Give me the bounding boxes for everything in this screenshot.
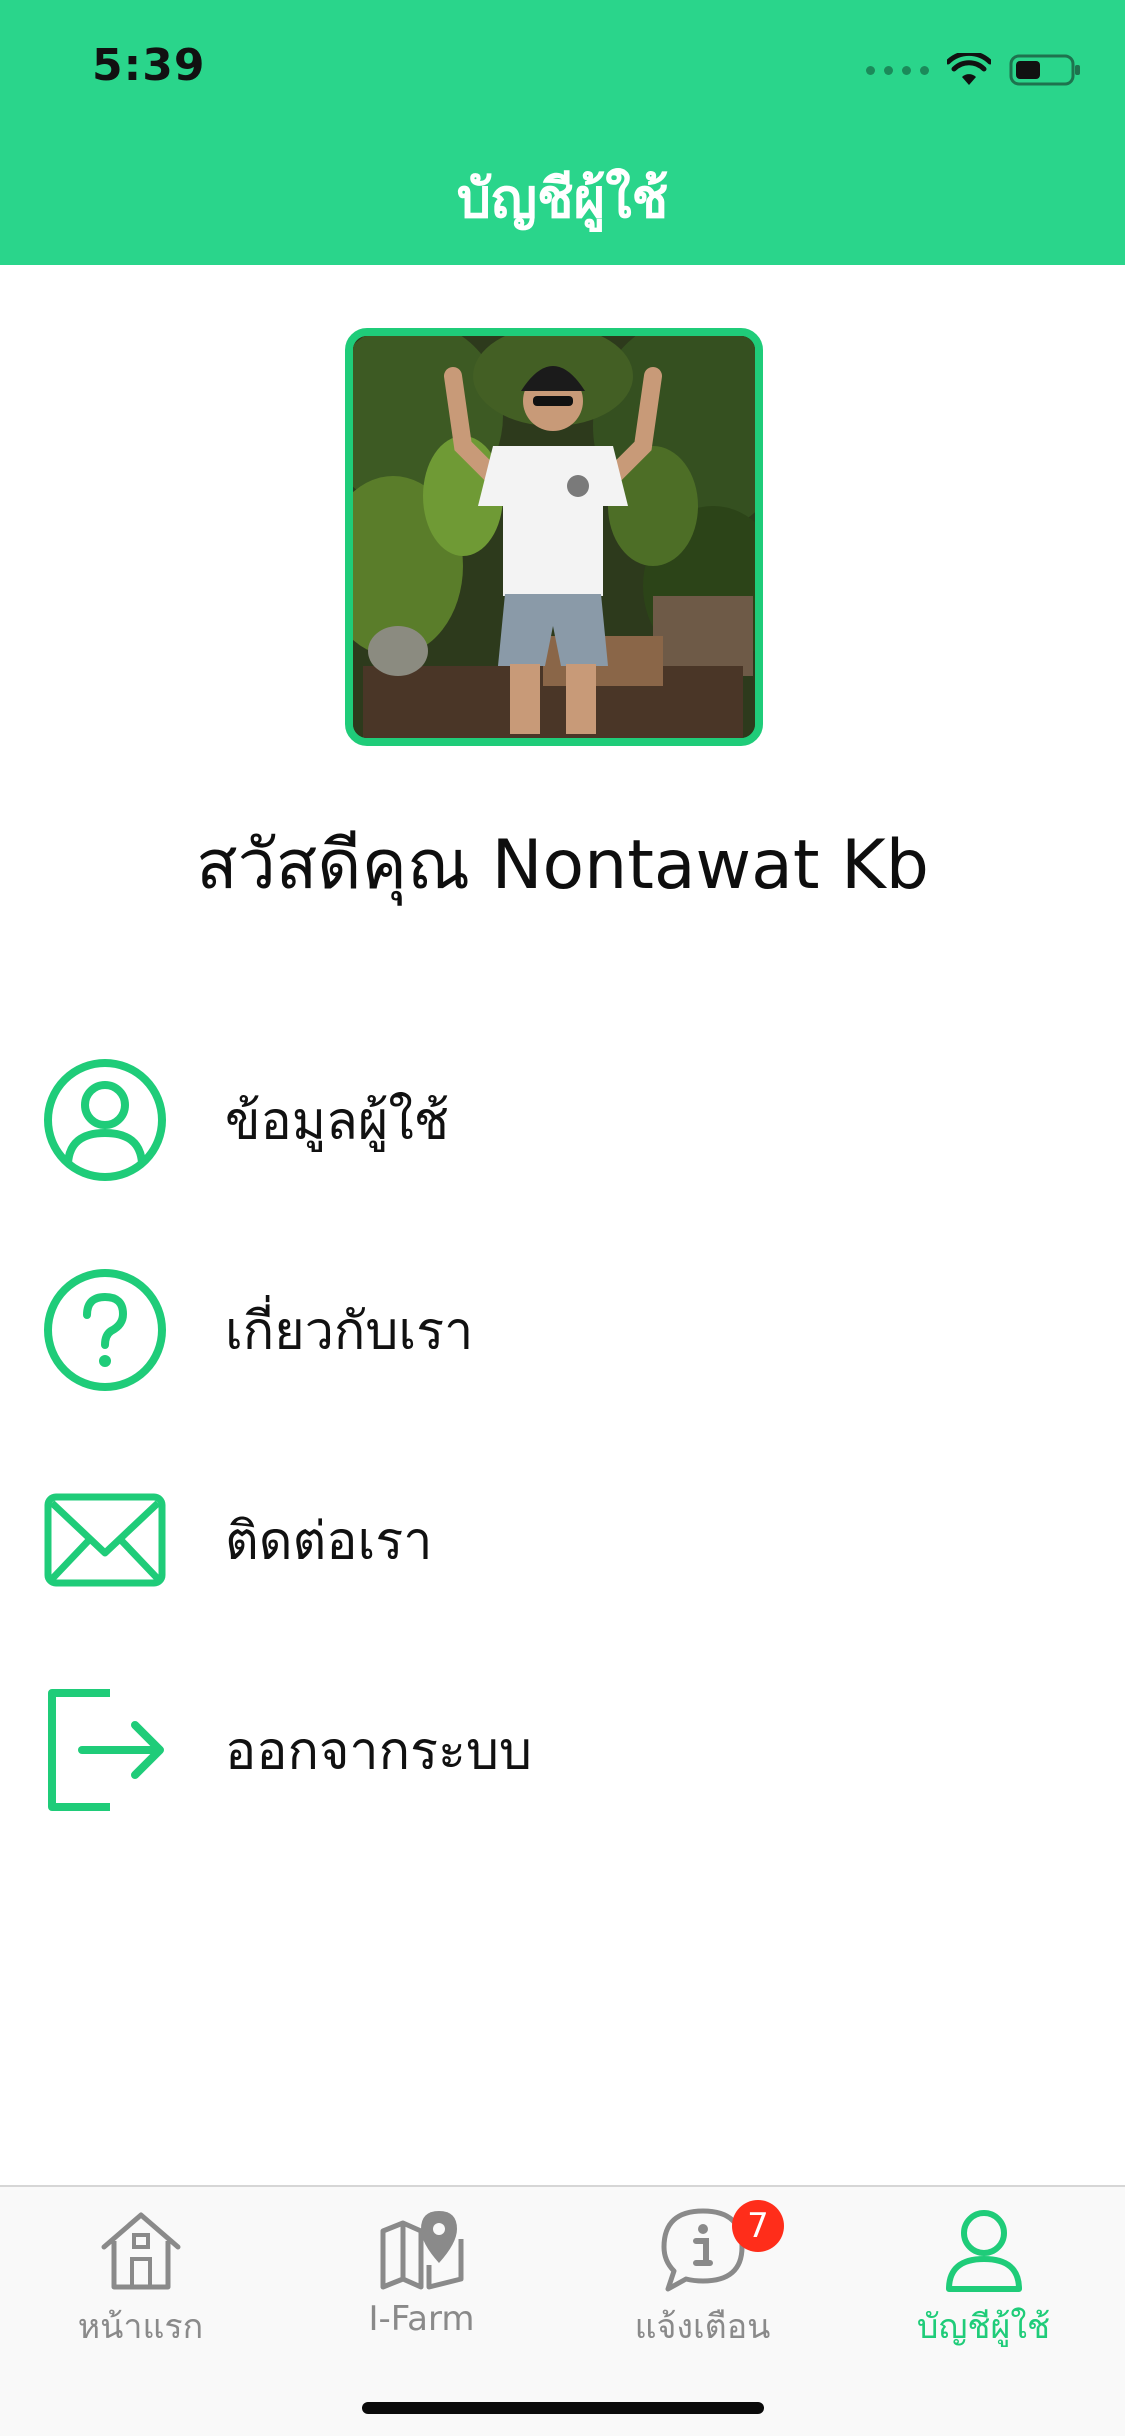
wifi-icon	[947, 53, 991, 85]
notification-badge: 7	[732, 2200, 784, 2252]
menu-item-logout[interactable]: ออกจากระบบ	[0, 1665, 1125, 1835]
home-icon	[101, 2212, 180, 2290]
greeting-text: สวัสดีคุณ Nontawat Kb	[196, 826, 929, 905]
bottom-tab-bar: หน้าแรก I-Farm 7 แจ้งเตือน บัญชีผู้ใช้	[0, 2185, 1125, 2436]
battery-icon	[1009, 54, 1080, 86]
user-icon	[945, 2210, 1022, 2292]
status-time: 5:39	[92, 40, 206, 91]
question-circle-icon	[44, 1269, 166, 1391]
account-screen: 5:39 บัญชีผู้ใช้ สวัสดีคุณ Nontawat Kb ข…	[0, 0, 1125, 2436]
tab-label: I-Farm	[368, 2299, 475, 2339]
status-indicators	[866, 46, 1081, 94]
envelope-icon	[44, 1493, 166, 1587]
page-title: บัญชีผู้ใช้	[456, 167, 669, 230]
profile-photo	[353, 336, 755, 738]
menu-item-label: เกี่ยวกับเรา	[225, 1301, 474, 1362]
header-bar: 5:39 บัญชีผู้ใช้	[0, 0, 1125, 265]
menu-item-label: ติดต่อเรา	[225, 1511, 433, 1572]
tab-label: หน้าแรก	[77, 2307, 204, 2347]
tab-label: บัญชีผู้ใช้	[916, 2307, 1051, 2347]
tab-i-farm[interactable]: I-Farm	[281, 2197, 562, 2347]
tab-label: แจ้งเตือน	[634, 2307, 771, 2347]
profile-avatar	[345, 328, 763, 746]
user-circle-icon	[44, 1059, 166, 1181]
map-pin-icon	[380, 2211, 463, 2290]
tab-home[interactable]: หน้าแรก	[0, 2197, 281, 2347]
menu-item-contact-us[interactable]: ติดต่อเรา	[0, 1455, 1125, 1625]
tab-account[interactable]: บัญชีผู้ใช้	[843, 2197, 1124, 2347]
menu-item-user-info[interactable]: ข้อมูลผู้ใช้	[0, 1035, 1125, 1205]
menu-item-label: ออกจากระบบ	[225, 1721, 532, 1782]
cellular-signal-icon	[866, 65, 929, 75]
home-indicator[interactable]	[362, 2402, 764, 2414]
tab-notifications[interactable]: 7 แจ้งเตือน	[562, 2197, 843, 2347]
menu-item-label: ข้อมูลผู้ใช้	[225, 1091, 450, 1152]
menu-item-about-us[interactable]: เกี่ยวกับเรา	[0, 1245, 1125, 1415]
logout-icon	[48, 1689, 164, 1811]
